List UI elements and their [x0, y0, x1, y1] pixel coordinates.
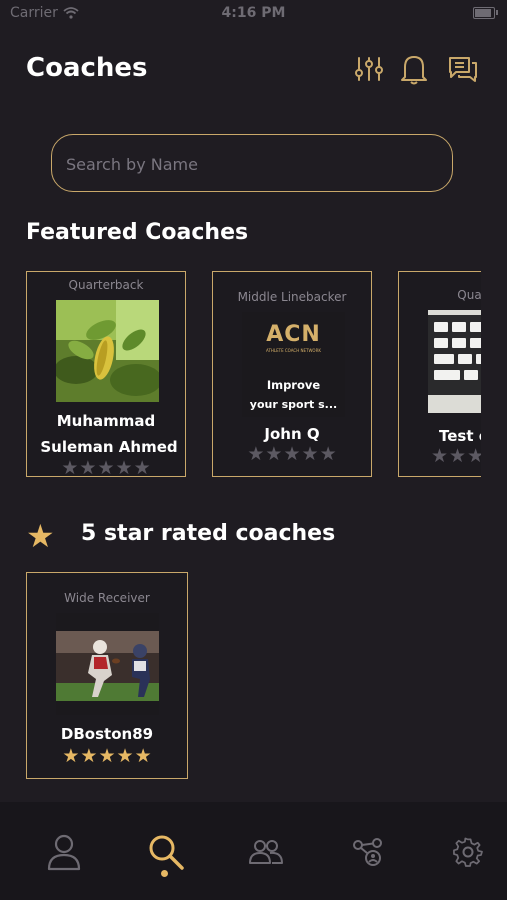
star-icon: ★ [62, 745, 80, 767]
screen: Carrier 4:16 PM Coaches Search by Name F… [0, 0, 507, 900]
star-icon: ★ [98, 745, 116, 767]
bottom-nav [0, 802, 507, 900]
profile-icon[interactable] [42, 830, 86, 874]
page-title: Coaches [26, 53, 148, 83]
filter-icon[interactable] [352, 52, 386, 86]
featured-coaches-title: Featured Coaches [26, 220, 249, 245]
chat-icon[interactable] [446, 52, 480, 86]
star-rating: ★★★★★ [399, 447, 481, 466]
star-rating: ★★★★★ [213, 445, 371, 464]
battery-icon [473, 7, 498, 19]
coach-position: Quarte [457, 288, 481, 302]
star-icon: ★ [301, 443, 319, 465]
coach-position: Middle Linebacker [237, 290, 347, 304]
status-bar: Carrier 4:16 PM [0, 0, 507, 28]
acn-logo: ACN [266, 322, 321, 347]
coach-card[interactable]: Wide Receiver DBoston89 ★ ★ ★ ★ ★ [26, 572, 188, 779]
promo-line1: Improve [266, 378, 321, 392]
star-icon: ★ [467, 445, 481, 467]
status-time: 4:16 PM [221, 5, 286, 21]
settings-icon[interactable] [446, 830, 490, 874]
star-icon: ★ [449, 445, 467, 467]
star-rating: ★★★★★ [27, 459, 185, 478]
coach-name-line2: Suleman Ahmed [40, 438, 178, 456]
coach-name: John Q [264, 425, 320, 443]
star-icon: ★ [61, 457, 79, 479]
coach-card[interactable]: Middle Linebacker ACN ATHLETE COACH NETW… [212, 271, 372, 477]
search-icon[interactable] [144, 830, 188, 874]
star-section-icon: ★ [26, 517, 55, 555]
coach-card[interactable]: Quarte Test c ★★★★★ [398, 271, 481, 477]
coach-photo [56, 613, 159, 715]
star-icon: ★ [97, 457, 115, 479]
star-icon: ★ [431, 445, 449, 467]
search-input[interactable] [64, 135, 438, 193]
star-icon: ★ [134, 745, 152, 767]
promo-line2: your sport s... [249, 398, 338, 411]
network-icon[interactable] [346, 830, 390, 874]
acn-logo-subtext: ATHLETE COACH NETWORK [266, 348, 321, 353]
coach-photo [428, 310, 481, 413]
star-icon: ★ [115, 457, 133, 479]
star-icon: ★ [79, 457, 97, 479]
search-box [51, 134, 453, 193]
coach-position: Quarterback [68, 278, 144, 292]
coach-photo [56, 300, 159, 402]
coach-photo: ACN ATHLETE COACH NETWORK Improve your s… [242, 312, 345, 417]
star-icon: ★ [319, 443, 337, 465]
five-star-coaches-title: 5 star rated coaches [81, 521, 336, 546]
coach-position: Wide Receiver [64, 591, 150, 605]
star-icon: ★ [247, 443, 265, 465]
star-icon: ★ [116, 745, 134, 767]
star-rating: ★★★★★ [27, 747, 187, 766]
star-icon: ★ [283, 443, 301, 465]
coach-name-line1: Muhammad [56, 412, 156, 430]
active-tab-indicator [161, 870, 168, 877]
coach-name: Test c [439, 427, 481, 445]
star-icon: ★ [80, 745, 98, 767]
group-icon[interactable] [244, 830, 288, 874]
coach-card[interactable]: Quarterback Muhammad Suleman Ahmed ★ ★ ★… [26, 271, 186, 478]
star-icon: ★ [133, 457, 151, 479]
bell-icon[interactable] [397, 52, 431, 86]
star-icon: ★ [265, 443, 283, 465]
coach-name: DBoston89 [60, 725, 154, 743]
featured-coaches-carousel[interactable]: Quarterback Muhammad Suleman Ahmed ★ ★ ★… [26, 271, 481, 479]
